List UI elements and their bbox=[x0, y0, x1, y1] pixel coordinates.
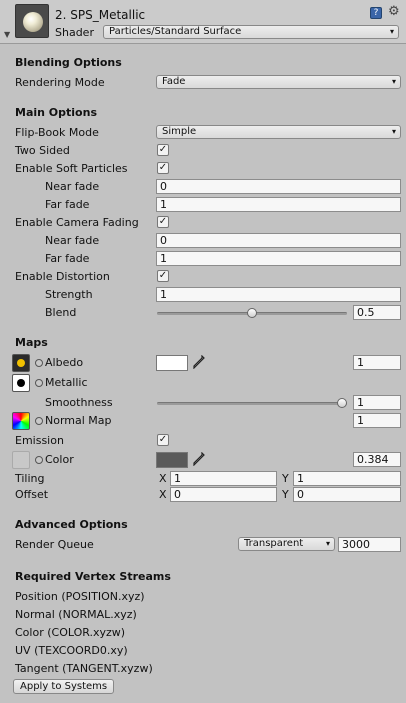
offset-y-field[interactable]: 0 bbox=[293, 487, 401, 502]
vertex-stream-item: Normal (NORMAL.xyz) bbox=[15, 608, 137, 621]
rendering-mode-label: Rendering Mode bbox=[15, 76, 105, 89]
section-advanced-options: Advanced Options bbox=[15, 518, 128, 531]
offset-y-axis-label: Y bbox=[282, 488, 289, 501]
help-icon[interactable]: ? bbox=[370, 7, 382, 19]
shader-label: Shader bbox=[55, 26, 94, 39]
material-header: ▼ 2. SPS_Metallic Shader Particles/Stand… bbox=[0, 0, 406, 44]
normal-map-label: Normal Map bbox=[45, 414, 112, 427]
metallic-label: Metallic bbox=[45, 376, 88, 389]
offset-label: Offset bbox=[15, 488, 49, 501]
render-queue-mode: Transparent bbox=[244, 538, 304, 549]
vertex-stream-item: Position (POSITION.xyz) bbox=[15, 590, 145, 603]
material-preview-sphere bbox=[23, 12, 43, 32]
two-sided-checkbox[interactable]: ✓ bbox=[157, 144, 169, 156]
enable-soft-particles-checkbox[interactable]: ✓ bbox=[157, 162, 169, 174]
section-required-vertex-streams: Required Vertex Streams bbox=[15, 570, 171, 583]
tiling-x-axis-label: X bbox=[159, 472, 167, 485]
smoothness-value-field[interactable]: 1 bbox=[353, 395, 401, 410]
albedo-texture-slot[interactable] bbox=[12, 354, 30, 372]
foldout-arrow-icon[interactable]: ▼ bbox=[4, 30, 10, 39]
vertex-stream-item: UV (TEXCOORD0.xy) bbox=[15, 644, 128, 657]
two-sided-label: Two Sided bbox=[15, 144, 70, 157]
enable-camera-fading-checkbox[interactable]: ✓ bbox=[157, 216, 169, 228]
emission-texture-picker-icon[interactable] bbox=[35, 456, 43, 464]
smoothness-slider-thumb[interactable] bbox=[337, 398, 347, 408]
albedo-texture-icon bbox=[17, 359, 25, 367]
soft-far-fade-label: Far fade bbox=[45, 198, 90, 211]
emission-label: Emission bbox=[15, 434, 64, 447]
soft-near-fade-label: Near fade bbox=[45, 180, 100, 193]
section-main-options: Main Options bbox=[15, 106, 97, 119]
camera-far-fade-field[interactable]: 1 bbox=[156, 251, 401, 266]
normal-map-value-field[interactable]: 1 bbox=[353, 413, 401, 428]
tiling-y-axis-label: Y bbox=[282, 472, 289, 485]
emission-value-field[interactable]: 0.384 bbox=[353, 452, 401, 467]
blend-slider-thumb[interactable] bbox=[247, 308, 257, 318]
smoothness-label: Smoothness bbox=[45, 396, 113, 409]
section-blending-options: Blending Options bbox=[15, 56, 122, 69]
dropdown-arrow-icon: ▾ bbox=[389, 27, 394, 36]
dropdown-arrow-icon: ▾ bbox=[325, 539, 330, 548]
flipbook-mode-dropdown[interactable]: Simple ▾ bbox=[156, 125, 401, 139]
material-name: 2. SPS_Metallic bbox=[55, 8, 146, 22]
tiling-y-field[interactable]: 1 bbox=[293, 471, 401, 486]
flipbook-mode-label: Flip-Book Mode bbox=[15, 126, 99, 139]
blend-value-field[interactable]: 0.5 bbox=[353, 305, 401, 320]
enable-distortion-checkbox[interactable]: ✓ bbox=[157, 270, 169, 282]
dropdown-arrow-icon: ▾ bbox=[391, 127, 396, 136]
material-preview-thumbnail bbox=[15, 4, 49, 38]
camera-far-fade-label: Far fade bbox=[45, 252, 90, 265]
albedo-value-field[interactable]: 1 bbox=[353, 355, 401, 370]
flipbook-mode-value: Simple bbox=[162, 126, 197, 137]
shader-dropdown-value: Particles/Standard Surface bbox=[109, 26, 242, 37]
rendering-mode-dropdown[interactable]: Fade ▾ bbox=[156, 75, 401, 89]
tiling-label: Tiling bbox=[15, 472, 45, 485]
enable-camera-fading-label: Enable Camera Fading bbox=[15, 216, 139, 229]
albedo-label: Albedo bbox=[45, 356, 84, 369]
metallic-texture-picker-icon[interactable] bbox=[35, 379, 43, 387]
camera-near-fade-field[interactable]: 0 bbox=[156, 233, 401, 248]
strength-label: Strength bbox=[45, 288, 93, 301]
apply-to-systems-button[interactable]: Apply to Systems bbox=[13, 679, 115, 694]
normal-map-texture-slot[interactable] bbox=[12, 412, 30, 430]
soft-near-fade-field[interactable]: 0 bbox=[156, 179, 401, 194]
offset-x-field[interactable]: 0 bbox=[170, 487, 277, 502]
eyedropper-icon[interactable] bbox=[193, 452, 205, 466]
camera-near-fade-label: Near fade bbox=[45, 234, 100, 247]
metallic-texture-slot[interactable] bbox=[12, 374, 30, 392]
offset-x-axis-label: X bbox=[159, 488, 167, 501]
tiling-x-field[interactable]: 1 bbox=[170, 471, 277, 486]
albedo-color-swatch[interactable] bbox=[156, 355, 188, 371]
enable-soft-particles-label: Enable Soft Particles bbox=[15, 162, 128, 175]
rendering-mode-value: Fade bbox=[162, 76, 186, 87]
vertex-stream-item: Color (COLOR.xyzw) bbox=[15, 626, 126, 639]
emission-texture-slot[interactable] bbox=[12, 451, 30, 469]
vertex-stream-item: Tangent (TANGENT.xyzw) bbox=[15, 662, 153, 675]
blend-label: Blend bbox=[45, 306, 77, 319]
section-maps: Maps bbox=[15, 336, 48, 349]
emission-color-label: Color bbox=[45, 453, 74, 466]
soft-far-fade-field[interactable]: 1 bbox=[156, 197, 401, 212]
normal-map-picker-icon[interactable] bbox=[35, 417, 43, 425]
dropdown-arrow-icon: ▾ bbox=[391, 77, 396, 86]
emission-checkbox[interactable]: ✓ bbox=[157, 434, 169, 446]
emission-color-swatch[interactable] bbox=[156, 452, 188, 468]
shader-dropdown[interactable]: Particles/Standard Surface ▾ bbox=[103, 25, 399, 39]
enable-distortion-label: Enable Distortion bbox=[15, 270, 110, 283]
albedo-texture-picker-icon[interactable] bbox=[35, 359, 43, 367]
render-queue-dropdown[interactable]: Transparent ▾ bbox=[238, 537, 335, 551]
gear-icon[interactable]: ⚙ bbox=[388, 4, 400, 19]
smoothness-slider-track[interactable] bbox=[157, 402, 347, 405]
eyedropper-icon[interactable] bbox=[193, 355, 205, 369]
render-queue-value-field[interactable]: 3000 bbox=[338, 537, 401, 552]
render-queue-label: Render Queue bbox=[15, 538, 94, 551]
strength-field[interactable]: 1 bbox=[156, 287, 401, 302]
metallic-texture-icon bbox=[17, 379, 25, 387]
